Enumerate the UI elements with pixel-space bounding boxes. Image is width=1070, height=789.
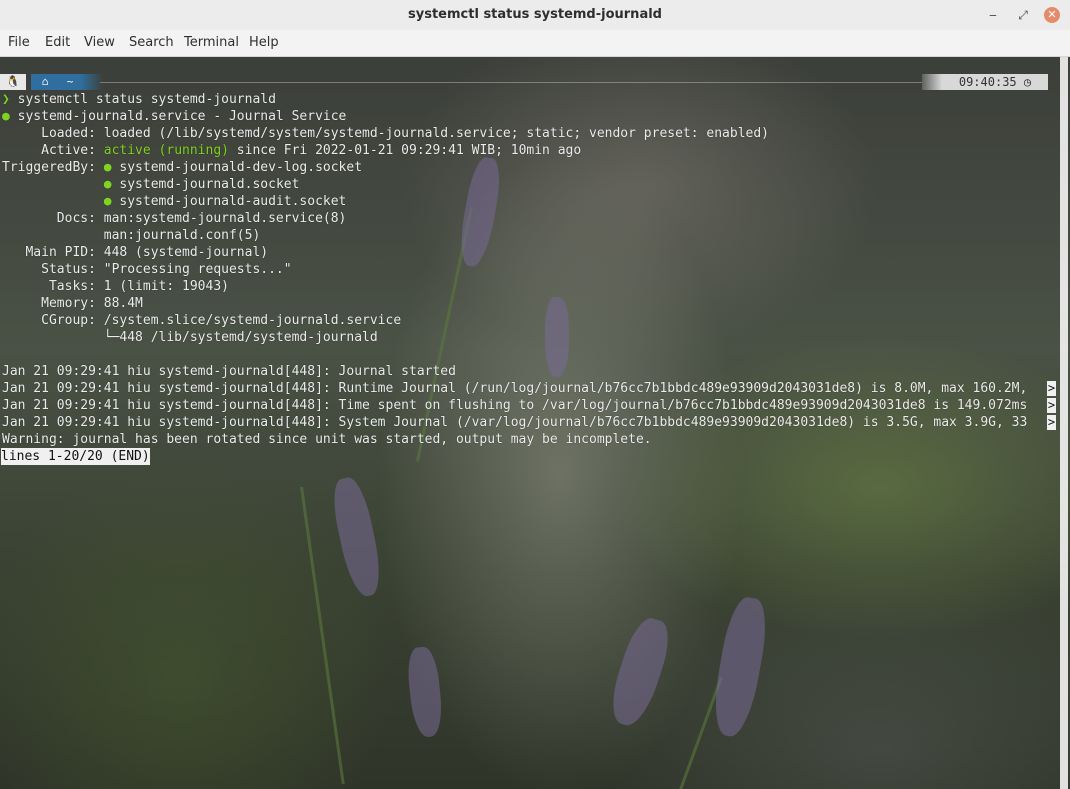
log-line: Jan 21 09:29:41 hiu systemd-journald[448… (2, 381, 1028, 396)
docs-line: Docs: man:systemd-journald.service(8) (2, 211, 347, 226)
triggered-line: ● systemd-journald.socket (2, 176, 300, 193)
lavender-flower (545, 297, 569, 377)
truncation-marker: > (1047, 398, 1056, 413)
prompt-separator (100, 82, 922, 83)
log-line: Jan 21 09:29:41 hiu systemd-journald[448… (2, 364, 456, 379)
triggered-item: systemd-journald-dev-log.socket (119, 160, 363, 175)
prompt-clock: 09:40:35 ◷ (942, 74, 1048, 90)
docs-line: man:journald.conf(5) (2, 228, 261, 243)
lavender-flower (603, 613, 677, 731)
status-dot-icon: ● (2, 109, 10, 124)
status-line: Status: "Processing requests..." (2, 262, 292, 277)
minimize-button[interactable]: ‒ (984, 6, 1002, 24)
lavender-flower (405, 645, 445, 739)
triggered-line: ● systemd-journald-audit.socket (2, 193, 347, 210)
pager-status: lines 1-20/20 (END) (1, 448, 150, 465)
lavender-flower (708, 594, 772, 740)
status-dot-icon: ● (103, 160, 112, 175)
close-button[interactable]: ✕ (1044, 7, 1060, 23)
scrollbar[interactable] (1060, 57, 1068, 789)
lavender-flower (327, 474, 387, 600)
linux-icon: 🐧 (0, 74, 26, 90)
pid-line: Main PID: 448 (systemd-journal) (2, 245, 269, 260)
cgroup-child-line: └─448 /lib/systemd/systemd-journald (2, 330, 378, 345)
service-line: ● systemd-journald.service - Journal Ser… (2, 108, 346, 125)
window-title: systemctl status systemd-journald (408, 7, 662, 22)
prompt-segment-tail (81, 74, 103, 90)
log-line: Jan 21 09:29:41 hiu systemd-journald[448… (2, 398, 1028, 413)
menu-file[interactable]: File (8, 35, 30, 50)
triggered-line: TriggeredBy: ● systemd-journald-dev-log.… (2, 159, 362, 176)
service-title: systemd-journald.service - Journal Servi… (17, 109, 347, 124)
cgroup-line: CGroup: /system.slice/systemd-journald.s… (2, 313, 402, 328)
warning-line: Warning: journal has been rotated since … (2, 432, 652, 447)
lavender-flower (455, 155, 505, 269)
home-icon: ⌂ (31, 74, 59, 90)
tasks-line: Tasks: 1 (limit: 19043) (2, 279, 229, 294)
clock-icon: ◷ (1023, 75, 1032, 89)
menu-view[interactable]: View (84, 35, 115, 50)
active-state: active (running) (103, 143, 229, 158)
terminal-view[interactable]: 🐧 ⌂ ~ 09:40:35 ◷ ❯ systemctl status syst… (0, 57, 1070, 789)
prompt-char: ❯ (2, 92, 10, 107)
active-since: since Fri 2022-01-21 09:29:41 WIB; 10min… (228, 143, 582, 158)
triggered-item: systemd-journald.socket (119, 177, 300, 192)
memory-line: Memory: 88.4M (2, 296, 143, 311)
status-dot-icon: ● (103, 177, 112, 192)
log-line: Jan 21 09:29:41 hiu systemd-journald[448… (2, 415, 1028, 430)
prompt-directory: ~ (59, 74, 81, 90)
prompt-time: 09:40:35 (958, 75, 1017, 89)
menu-search[interactable]: Search (129, 35, 174, 50)
command-line: ❯ systemctl status systemd-journald (2, 91, 276, 108)
triggered-label: TriggeredBy: (2, 160, 104, 175)
menu-help[interactable]: Help (249, 35, 279, 50)
menu-terminal[interactable]: Terminal (184, 35, 239, 50)
triggered-item: systemd-journald-audit.socket (119, 194, 347, 209)
loaded-line: Loaded: loaded (/lib/systemd/system/syst… (2, 126, 770, 141)
maximize-button[interactable]: ⤢ (1014, 6, 1032, 24)
prompt-segment-fade (922, 74, 942, 90)
menu-edit[interactable]: Edit (45, 35, 70, 50)
active-label: Active: (2, 143, 104, 158)
truncation-marker: > (1047, 381, 1056, 396)
menu-bar: File Edit View Search Terminal Help (0, 30, 1070, 57)
title-bar: systemctl status systemd-journald ‒ ⤢ ✕ (0, 0, 1070, 31)
status-dot-icon: ● (103, 194, 112, 209)
truncation-marker: > (1047, 415, 1056, 430)
active-line: Active: active (running) since Fri 2022-… (2, 142, 581, 159)
prompt-bar: 🐧 ⌂ ~ 09:40:35 ◷ (0, 74, 1050, 90)
command-text: systemctl status systemd-journald (17, 92, 276, 107)
